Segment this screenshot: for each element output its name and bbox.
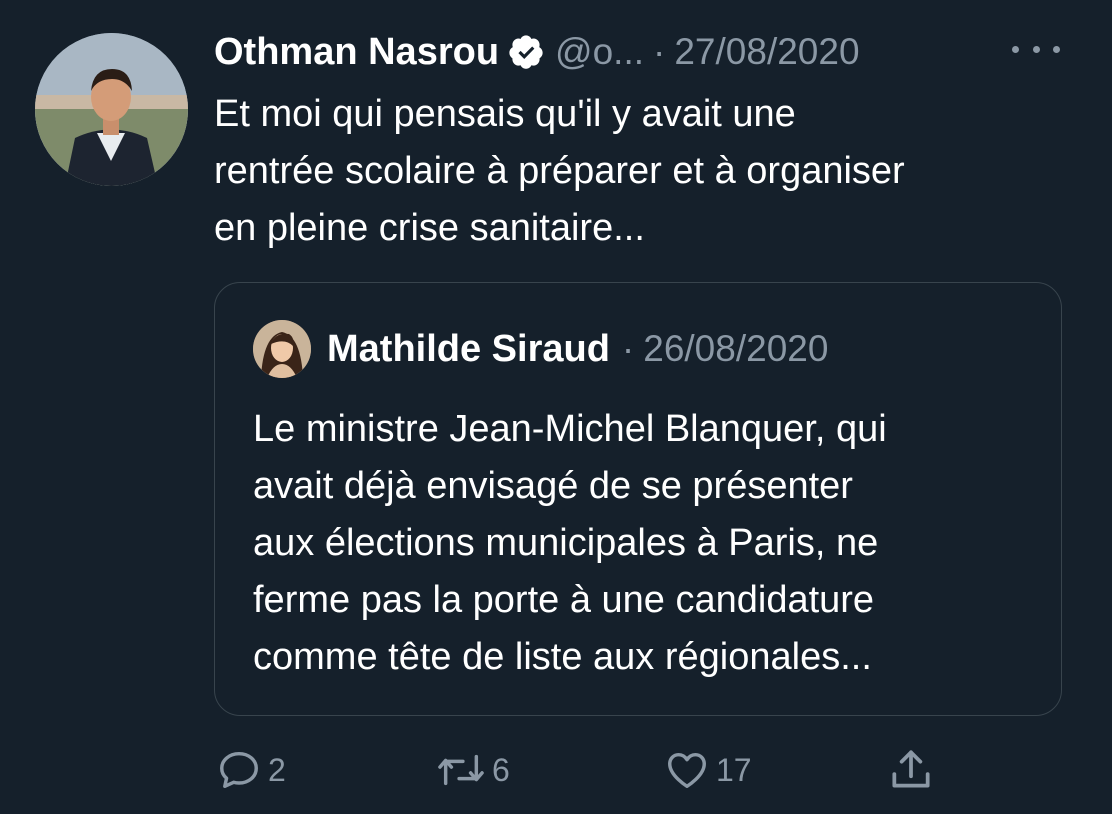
reply-icon bbox=[216, 747, 262, 793]
quoted-header: Mathilde Siraud · 26/08/2020 bbox=[327, 323, 828, 375]
action-bar: 2 6 17 bbox=[0, 740, 1112, 800]
like-icon bbox=[664, 747, 710, 793]
quoted-author-avatar bbox=[253, 320, 311, 378]
tweet-text-line: Et moi qui pensais qu'il y avait une bbox=[214, 93, 796, 135]
verified-badge-icon bbox=[507, 33, 545, 71]
tweet-text: Et moi qui pensais qu'il y avait une ren… bbox=[214, 86, 1074, 257]
header-separator: · bbox=[653, 31, 666, 72]
like-count: 17 bbox=[716, 751, 752, 788]
quoted-separator: · bbox=[621, 328, 635, 369]
quoted-text-line: ferme pas la porte à une candidature bbox=[253, 579, 875, 621]
tweet-header: Othman Nasrou @o... · 27/08/2020 bbox=[214, 24, 860, 80]
reply-count: 2 bbox=[268, 751, 286, 788]
quoted-date: 26/08/2020 bbox=[643, 328, 829, 369]
quoted-text: Le ministre Jean-Michel Blanquer, qui av… bbox=[253, 401, 1053, 686]
author-name[interactable]: Othman Nasrou bbox=[214, 31, 499, 74]
quoted-tweet-card[interactable]: Mathilde Siraud · 26/08/2020 Le ministre… bbox=[214, 282, 1062, 716]
tweet-text-line: en pleine crise sanitaire... bbox=[214, 207, 645, 249]
retweet-button[interactable]: 6 bbox=[436, 740, 510, 800]
quoted-text-line: Le ministre Jean-Michel Blanquer, qui bbox=[253, 408, 887, 450]
author-handle[interactable]: @o... bbox=[555, 31, 644, 73]
more-dot bbox=[1012, 45, 1019, 53]
quoted-author-name: Mathilde Siraud bbox=[327, 327, 610, 370]
more-options-icon[interactable] bbox=[1012, 34, 1060, 64]
quoted-text-line: aux élections municipales à Paris, ne bbox=[253, 522, 879, 564]
reply-button[interactable]: 2 bbox=[216, 740, 286, 800]
retweet-count: 6 bbox=[492, 751, 510, 788]
tweet-text-line: rentrée scolaire à préparer et à organis… bbox=[214, 150, 905, 192]
more-dot bbox=[1032, 45, 1040, 53]
retweet-icon bbox=[436, 747, 486, 793]
quoted-text-line: comme tête de liste aux régionales... bbox=[253, 636, 872, 678]
author-avatar[interactable] bbox=[35, 33, 188, 186]
share-icon bbox=[886, 745, 936, 795]
tweet-date[interactable]: 27/08/2020 bbox=[674, 31, 859, 73]
share-button[interactable] bbox=[886, 740, 936, 800]
quoted-text-line: avait déjà envisagé de se présenter bbox=[253, 465, 853, 507]
like-button[interactable]: 17 bbox=[664, 740, 752, 800]
more-dot bbox=[1053, 45, 1060, 53]
